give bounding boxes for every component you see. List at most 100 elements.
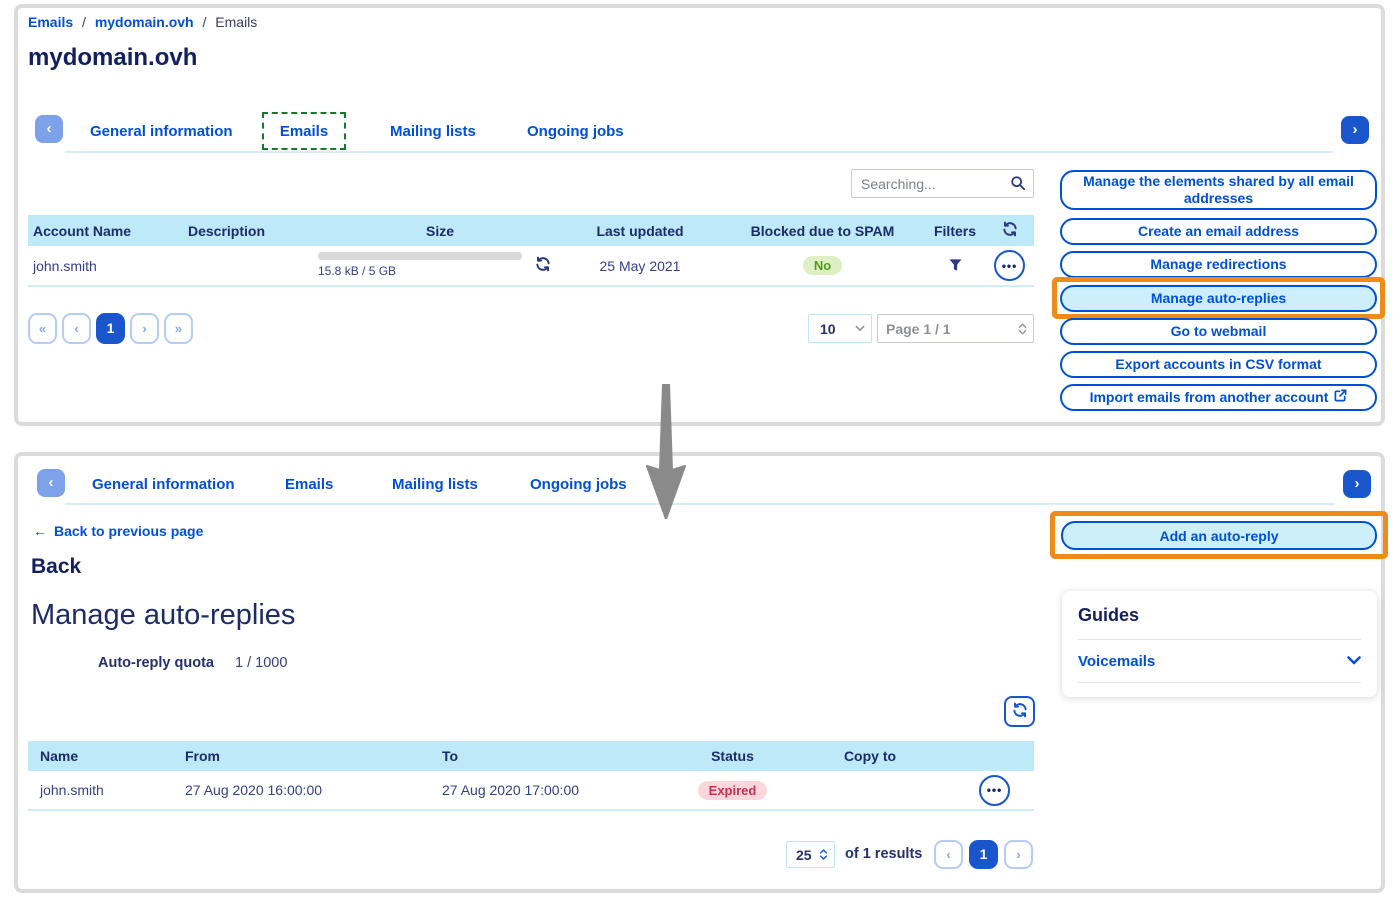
pagination-last-button[interactable]: » xyxy=(164,313,193,344)
search-input[interactable] xyxy=(851,169,1034,198)
pagination-prev-button[interactable]: ‹ xyxy=(934,840,963,869)
manage-shared-elements-button[interactable]: Manage the elements shared by all email … xyxy=(1060,170,1377,210)
row-actions-button[interactable]: ••• xyxy=(994,250,1025,281)
manage-auto-replies-button[interactable]: Manage auto-replies xyxy=(1060,285,1377,312)
page-indicator-field xyxy=(877,314,1034,343)
breadcrumb-current: Emails xyxy=(215,14,257,30)
accounts-table: Account Name Description Size Last updat… xyxy=(28,215,1034,287)
pagination-next-button[interactable]: › xyxy=(130,313,159,344)
chevron-down-icon xyxy=(1347,652,1361,670)
spinner-icon[interactable] xyxy=(1018,322,1027,336)
pagination-first-button[interactable]: « xyxy=(28,313,57,344)
voicemails-link: Voicemails xyxy=(1078,653,1155,670)
guides-card: Guides Voicemails xyxy=(1062,591,1377,697)
name-value: john.smith xyxy=(28,782,185,798)
results-count-label: of 1 results xyxy=(845,846,922,862)
col-description: Description xyxy=(183,223,310,239)
col-account-name: Account Name xyxy=(28,223,183,239)
breadcrumb-emails-link[interactable]: Emails xyxy=(28,14,73,30)
status-badge: Expired xyxy=(698,781,768,800)
tabs-prev-button[interactable]: ‹ xyxy=(37,469,65,497)
tab-emails-label: Emails xyxy=(280,123,328,140)
account-name-value: john.smith xyxy=(28,258,183,274)
guides-title: Guides xyxy=(1078,605,1361,626)
go-to-webmail-button[interactable]: Go to webmail xyxy=(1060,318,1377,345)
refresh-button[interactable] xyxy=(1004,696,1035,727)
tabs-next-button[interactable]: › xyxy=(1341,116,1369,144)
tab-emails[interactable]: Emails xyxy=(285,476,333,493)
chevron-down-icon xyxy=(855,325,865,332)
table-refresh-icon[interactable] xyxy=(985,221,1034,240)
breadcrumb-domain-link[interactable]: mydomain.ovh xyxy=(95,14,194,30)
breadcrumb-separator: / xyxy=(82,14,86,30)
col-status: Status xyxy=(680,748,785,764)
chevron-right-icon: › xyxy=(1355,475,1360,492)
table-row: john.smith 15.8 kB / 5 GB 25 May 2021 No… xyxy=(28,246,1034,287)
tabs-prev-button[interactable]: ‹ xyxy=(35,115,63,143)
col-name: Name xyxy=(28,748,185,764)
results-per-page-select[interactable]: 25 xyxy=(786,841,835,868)
chevron-right-icon: › xyxy=(1353,121,1358,138)
tab-general-information[interactable]: General information xyxy=(92,476,235,493)
create-email-address-label: Create an email address xyxy=(1138,223,1299,240)
col-from: From xyxy=(185,748,442,764)
down-arrow-annotation xyxy=(644,384,688,524)
to-value: 27 Aug 2020 17:00:00 xyxy=(442,782,680,798)
row-actions-cell: ••• xyxy=(985,250,1034,281)
ellipsis-icon: ••• xyxy=(987,783,1003,797)
back-link-label: Back to previous page xyxy=(54,523,203,539)
tabs-underline xyxy=(65,503,1335,505)
chevron-left-icon: ‹ xyxy=(49,474,54,491)
page-title: mydomain.ovh xyxy=(28,44,197,72)
auto-reply-quota-value: 1 / 1000 xyxy=(235,655,287,671)
tab-mailing-lists[interactable]: Mailing lists xyxy=(390,123,476,140)
page-indicator-input[interactable] xyxy=(878,321,1018,337)
col-copy-to: Copy to xyxy=(785,748,955,764)
add-auto-reply-button[interactable]: Add an auto-reply xyxy=(1061,521,1377,550)
breadcrumb: Emails / mydomain.ovh / Emails xyxy=(28,14,257,30)
from-value: 27 Aug 2020 16:00:00 xyxy=(185,782,442,798)
search-field xyxy=(851,169,1034,198)
row-refresh-icon[interactable] xyxy=(525,256,560,275)
tab-ongoing-jobs[interactable]: Ongoing jobs xyxy=(530,476,627,493)
size-label: 15.8 kB / 5 GB xyxy=(318,264,396,278)
page-size-select[interactable]: 10 xyxy=(808,314,872,343)
row-actions-button[interactable]: ••• xyxy=(979,775,1010,806)
pagination-next-button[interactable]: › xyxy=(1004,840,1033,869)
manage-auto-replies-label: Manage auto-replies xyxy=(1151,290,1286,307)
col-size: Size xyxy=(310,223,525,239)
tab-emails[interactable]: Emails xyxy=(262,112,346,150)
pagination-prev-button[interactable]: ‹ xyxy=(62,313,91,344)
back-to-previous-page-link[interactable]: ← Back to previous page xyxy=(33,523,203,539)
tab-general-information[interactable]: General information xyxy=(90,123,233,140)
back-heading: Back xyxy=(31,555,81,579)
pagination-page-1-button[interactable]: 1 xyxy=(969,840,998,869)
guides-voicemails-row[interactable]: Voicemails xyxy=(1078,640,1361,682)
chevron-left-icon: ‹ xyxy=(47,120,52,137)
divider xyxy=(1078,682,1361,683)
results-per-page-value: 25 xyxy=(796,847,812,863)
blocked-spam-cell: No xyxy=(720,256,925,275)
pagination-page-1-button[interactable]: 1 xyxy=(96,313,125,344)
tab-ongoing-jobs[interactable]: Ongoing jobs xyxy=(527,123,624,140)
import-emails-button[interactable]: Import emails from another account xyxy=(1060,384,1377,411)
col-blocked-spam: Blocked due to SPAM xyxy=(720,223,925,239)
external-link-icon xyxy=(1334,389,1347,406)
tabs-underline xyxy=(65,151,1333,153)
breadcrumb-separator: / xyxy=(203,14,207,30)
manage-redirections-label: Manage redirections xyxy=(1150,256,1286,273)
back-arrow-icon: ← xyxy=(33,523,47,539)
create-email-address-button[interactable]: Create an email address xyxy=(1060,218,1377,245)
auto-replies-table: Name From To Status Copy to john.smith 2… xyxy=(28,741,1034,811)
filter-icon[interactable] xyxy=(925,258,985,274)
manage-shared-elements-label: Manage the elements shared by all email … xyxy=(1076,173,1361,207)
export-accounts-csv-button[interactable]: Export accounts in CSV format xyxy=(1060,351,1377,378)
import-emails-label: Import emails from another account xyxy=(1090,389,1329,406)
col-to: To xyxy=(442,748,680,764)
section-title: Manage auto-replies xyxy=(31,599,295,632)
tab-mailing-lists[interactable]: Mailing lists xyxy=(392,476,478,493)
auto-reply-quota-label: Auto-reply quota xyxy=(98,655,214,671)
search-icon[interactable] xyxy=(1010,175,1026,196)
tabs-next-button[interactable]: › xyxy=(1343,470,1371,498)
manage-redirections-button[interactable]: Manage redirections xyxy=(1060,251,1377,278)
